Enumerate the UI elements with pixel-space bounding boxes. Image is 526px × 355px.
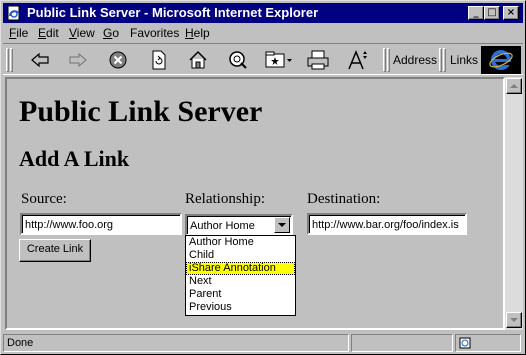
page-content: Public Link Server Add A Link Source: Re…	[5, 77, 505, 330]
window-title: Public Link Server - Microsoft Internet …	[27, 5, 319, 20]
toolbar-grip[interactable]	[383, 48, 386, 72]
chevron-down-icon	[510, 317, 518, 322]
scroll-down-button[interactable]	[506, 312, 522, 328]
refresh-icon	[152, 50, 166, 70]
toolbar-grip[interactable]	[387, 48, 390, 72]
scroll-up-button[interactable]	[506, 78, 522, 94]
search-button[interactable]	[223, 47, 253, 73]
relationship-selected-value: Author Home	[190, 220, 255, 232]
favorites-icon	[265, 51, 292, 68]
forward-button[interactable]	[63, 47, 93, 73]
vertical-scrollbar[interactable]	[505, 77, 523, 330]
dropdown-option-parent[interactable]: Parent	[186, 288, 295, 301]
menu-help[interactable]: Help	[185, 26, 210, 40]
create-link-button[interactable]: Create Link	[19, 239, 91, 262]
search-icon	[229, 51, 247, 69]
toolbar-grip[interactable]	[439, 48, 442, 72]
home-button[interactable]	[183, 47, 213, 73]
toolbar-grip[interactable]	[443, 48, 446, 72]
print-icon	[307, 50, 329, 70]
dropdown-arrow-button[interactable]	[274, 217, 290, 233]
dropdown-option-previous[interactable]: Previous	[186, 301, 295, 314]
page-title: Public Link Server	[19, 95, 263, 128]
source-label: Source:	[21, 191, 67, 207]
chevron-down-icon	[278, 222, 286, 227]
status-text: Done	[3, 334, 349, 352]
menu-edit[interactable]: Edit	[38, 26, 59, 40]
dropdown-option-author-home[interactable]: Author Home	[186, 236, 295, 249]
menu-bar: File Edit View Go Favorites Help	[3, 24, 523, 42]
menu-go[interactable]: Go	[103, 26, 119, 40]
ie-logo	[481, 46, 521, 74]
back-button[interactable]	[25, 47, 55, 73]
chevron-up-icon	[510, 83, 518, 88]
status-pane-progress	[351, 334, 453, 352]
maximize-button[interactable]: □	[484, 6, 500, 20]
menu-file[interactable]: File	[9, 26, 28, 40]
relationship-select[interactable]: Author Home	[185, 214, 293, 236]
status-pane-zone	[455, 334, 521, 352]
favorites-button[interactable]	[261, 47, 297, 73]
forward-arrow-icon	[69, 53, 87, 67]
source-input[interactable]: http://www.foo.org	[20, 213, 182, 235]
close-button[interactable]: ×	[503, 6, 519, 20]
toolbar-grip[interactable]	[6, 48, 9, 72]
toolbar-grip[interactable]	[10, 48, 13, 72]
print-button[interactable]	[303, 47, 333, 73]
dropdown-option-next[interactable]: Next	[186, 275, 295, 288]
refresh-button[interactable]	[144, 47, 174, 73]
back-arrow-icon	[31, 53, 49, 67]
ie-page-icon	[6, 5, 22, 21]
destination-label: Destination:	[307, 191, 381, 207]
relationship-label: Relationship:	[185, 191, 265, 207]
destination-input[interactable]: http://www.bar.org/foo/index.is	[307, 213, 467, 235]
section-title: Add A Link	[19, 146, 130, 171]
menu-favorites[interactable]: Favorites	[130, 26, 179, 40]
zone-icon	[459, 337, 471, 349]
font-button[interactable]	[343, 47, 373, 73]
title-bar[interactable]: Public Link Server - Microsoft Internet …	[3, 3, 523, 23]
font-icon	[348, 50, 367, 70]
browser-window: Public Link Server - Microsoft Internet …	[0, 0, 526, 355]
dropdown-option-ishare-annotation[interactable]: iShare Annotation	[186, 262, 295, 275]
dropdown-option-child[interactable]: Child	[186, 249, 295, 262]
ie-logo-icon	[489, 50, 513, 70]
menu-view[interactable]: View	[69, 26, 95, 40]
address-bar-label[interactable]: Address	[393, 53, 437, 67]
home-icon	[189, 50, 207, 69]
status-bar: Done	[3, 332, 523, 353]
stop-button[interactable]	[103, 47, 133, 73]
relationship-dropdown-list[interactable]: Author Home Child iShare Annotation Next…	[185, 235, 296, 316]
stop-icon	[109, 51, 127, 69]
minimize-button[interactable]: _	[468, 6, 484, 20]
toolbar: Address Links	[3, 43, 523, 75]
links-bar-label[interactable]: Links	[450, 53, 478, 67]
